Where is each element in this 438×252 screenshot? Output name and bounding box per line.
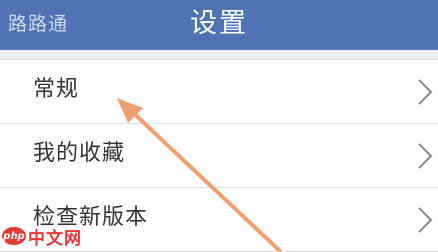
settings-item-general[interactable]: 常规 bbox=[0, 60, 438, 124]
watermark-logo: php bbox=[2, 227, 26, 245]
chevron-right-icon bbox=[418, 79, 433, 105]
settings-item-favorites[interactable]: 我的收藏 bbox=[0, 124, 438, 188]
page-title: 设置 bbox=[190, 8, 248, 39]
watermark: php 中文网 bbox=[2, 223, 82, 249]
watermark-text: 中文网 bbox=[28, 228, 82, 249]
chevron-right-icon bbox=[418, 207, 433, 233]
section-spacer bbox=[0, 50, 438, 59]
settings-item-label: 常规 bbox=[33, 77, 80, 102]
top-nav-bar: 路路通 设置 bbox=[0, 0, 438, 50]
settings-item-label: 我的收藏 bbox=[33, 141, 126, 166]
chevron-right-icon bbox=[418, 143, 433, 169]
